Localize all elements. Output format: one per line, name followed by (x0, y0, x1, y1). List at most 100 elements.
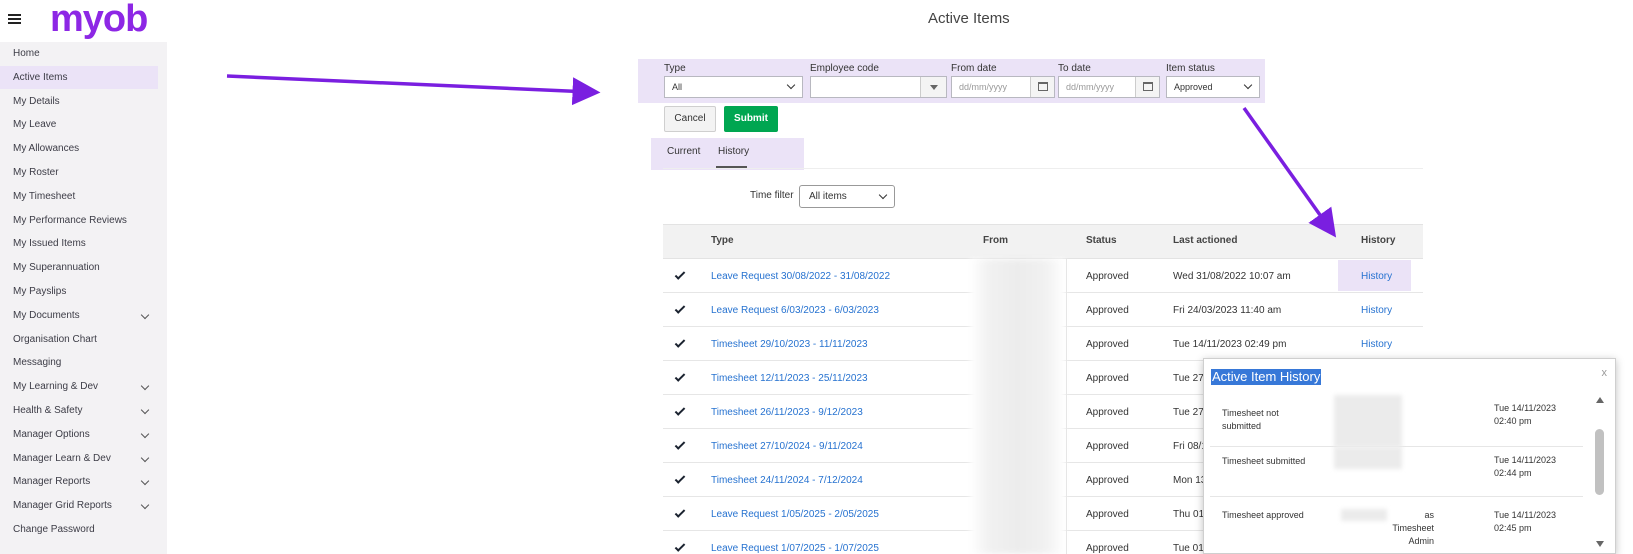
chevron-down-icon (140, 453, 150, 462)
sidebar-item-my-superannuation[interactable]: My Superannuation (0, 256, 158, 279)
item-type-link[interactable]: Leave Request 6/03/2023 - 6/03/2023 (711, 305, 879, 316)
column-header-from[interactable]: From (983, 235, 1008, 246)
menu-icon[interactable] (8, 14, 21, 24)
from-date-placeholder: dd/mm/yyyy (959, 82, 1008, 92)
sidebar-item-home[interactable]: Home (0, 42, 158, 65)
sidebar-item-manager-learn-dev[interactable]: Manager Learn & Dev (0, 447, 158, 470)
calendar-icon (1038, 82, 1048, 91)
history-link[interactable]: History (1361, 339, 1392, 350)
item-type-link[interactable]: Timesheet 24/11/2024 - 7/12/2024 (711, 475, 863, 486)
item-status: Approved (1086, 441, 1129, 452)
sidebar-item-label: My Documents (13, 309, 80, 321)
employee-code-combobox[interactable] (810, 76, 947, 98)
sidebar-item-organisation-chart[interactable]: Organisation Chart (0, 328, 158, 351)
history-event: Timesheet not submitted (1222, 408, 1279, 431)
to-date-label: To date (1058, 63, 1091, 74)
item-status-select[interactable]: Approved (1166, 76, 1260, 98)
chevron-down-icon (140, 405, 150, 415)
to-date-input[interactable]: dd/mm/yyyy (1058, 76, 1160, 98)
item-type-link[interactable]: Leave Request 1/07/2025 - 1/07/2025 (711, 543, 879, 554)
item-status-value: Approved (1174, 82, 1213, 92)
type-label: Type (664, 63, 686, 74)
from-date-label: From date (951, 63, 997, 74)
item-type-link[interactable]: Timesheet 26/11/2023 - 9/12/2023 (711, 407, 863, 418)
history-row: Timesheet approved as Timesheet Admin Tu… (1210, 497, 1583, 554)
chevron-down-icon (140, 500, 150, 510)
item-type-link[interactable]: Timesheet 29/10/2023 - 11/11/2023 (711, 339, 868, 350)
column-header-history: History (1361, 235, 1396, 246)
column-header-status[interactable]: Status (1086, 235, 1117, 246)
sidebar-item-my-documents[interactable]: My Documents (0, 304, 158, 327)
item-type-link[interactable]: Leave Request 1/05/2025 - 2/05/2025 (711, 509, 879, 520)
from-date-input[interactable]: dd/mm/yyyy (951, 76, 1055, 98)
submit-button[interactable]: Submit (724, 106, 778, 132)
column-header-last-actioned[interactable]: Last actioned (1173, 235, 1237, 246)
sidebar-item-label: Manager Grid Reports (13, 500, 112, 512)
sidebar-item-label: My Details (13, 95, 60, 107)
from-date-calendar-button[interactable] (1030, 77, 1054, 97)
item-status: Approved (1086, 271, 1129, 282)
item-type-link[interactable]: Timesheet 12/11/2023 - 25/11/2023 (711, 373, 868, 384)
item-type-link[interactable]: Leave Request 30/08/2022 - 31/08/2022 (711, 271, 890, 282)
sidebar-item-label: Health & Safety (13, 405, 83, 416)
time-filter-label: Time filter (750, 190, 794, 201)
sidebar-item-label: My Issued Items (13, 238, 86, 250)
to-date-placeholder: dd/mm/yyyy (1066, 82, 1115, 92)
history-link[interactable]: History (1361, 305, 1392, 316)
employee-code-label: Employee code (810, 63, 879, 74)
chevron-down-icon (786, 80, 796, 90)
tab-history[interactable]: History (718, 146, 749, 157)
history-time: Tue 14/11/2023 02:40 pm (1494, 403, 1557, 426)
to-date-calendar-button[interactable] (1135, 77, 1159, 97)
sidebar-item-my-payslips[interactable]: My Payslips (0, 280, 158, 303)
tab-current[interactable]: Current (667, 146, 700, 157)
sidebar-item-my-roster[interactable]: My Roster (0, 161, 158, 184)
sidebar-item-my-learning-dev[interactable]: My Learning & Dev (0, 375, 158, 398)
item-status: Approved (1086, 305, 1129, 316)
scroll-down-icon[interactable] (1596, 541, 1604, 547)
cancel-button[interactable]: Cancel (664, 106, 716, 132)
item-type-link[interactable]: Timesheet 27/10/2024 - 9/11/2024 (711, 441, 863, 452)
sidebar-item-label: My Payslips (13, 286, 67, 297)
sidebar-item-my-leave[interactable]: My Leave (0, 113, 158, 136)
sidebar-item-my-issued-items[interactable]: My Issued Items (0, 232, 158, 255)
sidebar-item-change-password[interactable]: Change Password (0, 518, 158, 541)
item-status: Approved (1086, 407, 1129, 418)
sidebar-item-label: Manager Learn & Dev (13, 452, 111, 464)
myob-logo: myob (50, 0, 148, 40)
sidebar-item-label: Home (13, 48, 40, 59)
sidebar-item-manager-reports[interactable]: Manager Reports (0, 470, 158, 493)
type-select[interactable]: All (664, 76, 803, 98)
close-icon[interactable]: x (1602, 367, 1608, 379)
combo-dropdown-button[interactable] (920, 77, 946, 97)
history-row: Timesheet submitted Tue 14/11/2023 02:44… (1210, 447, 1583, 497)
last-actioned: Tue 14/11/2023 02:49 pm (1173, 339, 1287, 350)
sidebar-item-active-items[interactable]: Active Items (0, 65, 158, 89)
sidebar-item-manager-grid-reports[interactable]: Manager Grid Reports (0, 494, 158, 517)
sidebar-item-label: My Roster (13, 167, 59, 178)
sidebar-item-my-performance-reviews[interactable]: My Performance Reviews (0, 209, 158, 232)
redacted-user (1334, 447, 1402, 469)
sidebar-item-label: Messaging (13, 357, 62, 369)
sidebar-item-label: My Timesheet (13, 190, 76, 202)
sidebar-item-messaging[interactable]: Messaging (0, 351, 158, 374)
scroll-thumb[interactable] (1595, 429, 1604, 495)
chevron-down-icon (140, 477, 150, 486)
last-actioned: Fri 08/1 (1173, 441, 1207, 452)
sidebar-item-my-allowances[interactable]: My Allowances (0, 137, 158, 160)
page-title: Active Items (928, 10, 1010, 27)
chevron-down-icon (140, 381, 150, 391)
sidebar-item-my-details[interactable]: My Details (0, 90, 158, 113)
dialog-scrollbar[interactable] (1594, 397, 1606, 547)
triangle-down-icon (930, 85, 938, 90)
sidebar-item-label: Manager Options (13, 428, 90, 440)
column-header-type[interactable]: Type (711, 235, 734, 246)
redacted-user (1334, 395, 1402, 447)
calendar-icon (1143, 82, 1153, 91)
history-link[interactable]: History (1361, 271, 1392, 282)
sidebar-item-my-timesheet[interactable]: My Timesheet (0, 185, 158, 208)
scroll-up-icon[interactable] (1596, 397, 1604, 403)
time-filter-select[interactable]: All items (799, 185, 895, 208)
sidebar-item-manager-options[interactable]: Manager Options (0, 423, 158, 446)
sidebar-item-health-safety[interactable]: Health & Safety (0, 399, 158, 422)
